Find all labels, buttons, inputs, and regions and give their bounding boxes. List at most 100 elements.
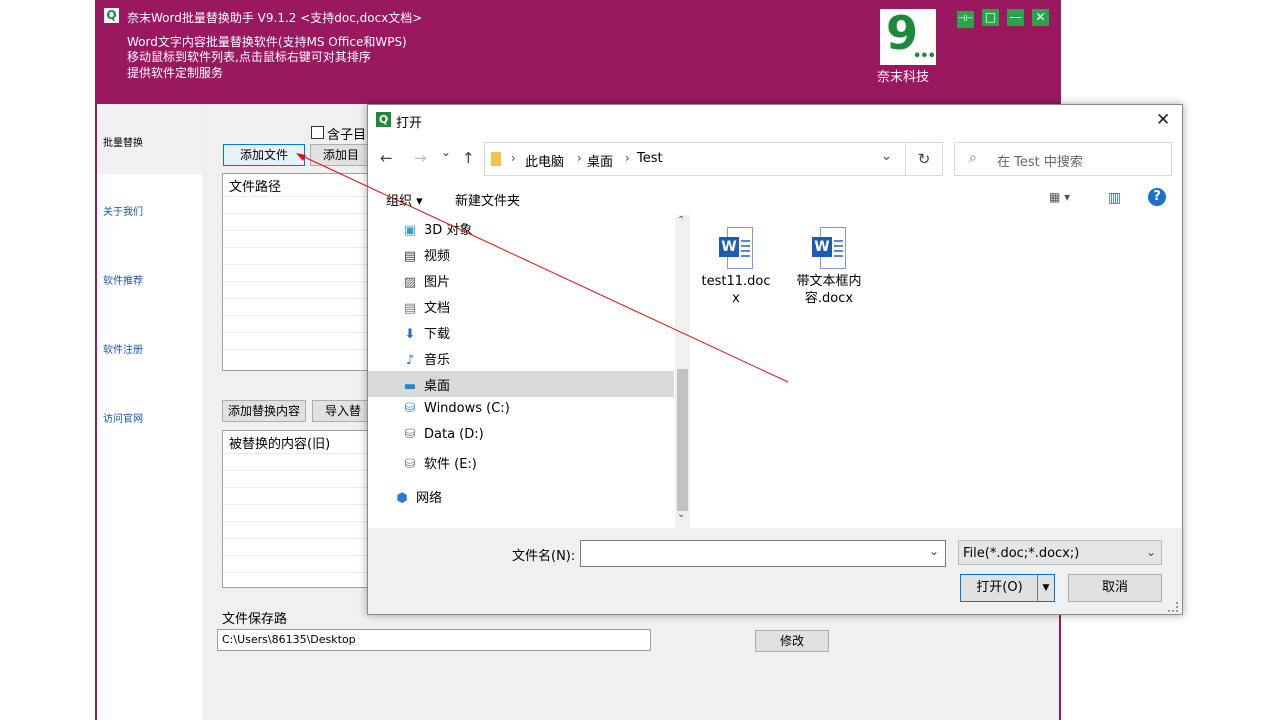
nav-item-drive-e[interactable]: ⛁ 软件 (E:) bbox=[402, 453, 477, 472]
replace-list-header: 被替换的内容(旧) bbox=[229, 437, 331, 452]
nav-item-label: 下载 bbox=[424, 327, 451, 342]
scroll-down-chevron-icon[interactable]: ⌄ bbox=[677, 509, 685, 520]
cancel-button[interactable]: 取消 bbox=[1068, 574, 1162, 602]
scroll-up-chevron-icon[interactable]: ⌃ bbox=[677, 215, 685, 226]
modify-button[interactable]: 修改 bbox=[755, 630, 829, 652]
import-replace-button[interactable]: 导入替 bbox=[312, 400, 374, 422]
address-dropdown-chevron-icon[interactable]: ⌄ bbox=[881, 149, 892, 164]
file-item-textbox-doc[interactable]: W 带文本框内 容.docx bbox=[787, 227, 871, 307]
sidebar-item-website[interactable]: 访问官网 bbox=[103, 410, 143, 425]
film-icon: ▤ bbox=[403, 249, 417, 264]
scrollbar-thumb[interactable] bbox=[677, 369, 688, 511]
nav-item-label: 音乐 bbox=[424, 353, 451, 368]
filetype-chevron-icon: ⌄ bbox=[1146, 545, 1157, 559]
add-replace-content-button[interactable]: 添加替换内容 bbox=[222, 400, 306, 422]
app-desc-line-2: 移动鼠标到软件列表,点击鼠标右键可对其排序 bbox=[127, 50, 371, 64]
folder-icon bbox=[491, 152, 501, 166]
dialog-toolbar: 组织 ▾ 新建文件夹 ▦ ▾ ▥ bbox=[368, 181, 1182, 213]
window-controls: ⊣⊢ □ — ✕ bbox=[957, 9, 1057, 28]
breadcrumb-separator: › bbox=[577, 151, 582, 165]
sidebar-item-about[interactable]: 关于我们 bbox=[103, 203, 143, 218]
add-file-button[interactable]: 添加文件 bbox=[223, 144, 305, 166]
preview-pane-icon[interactable]: ▥ bbox=[1108, 190, 1121, 206]
word-document-icon: W bbox=[719, 227, 753, 269]
include-subdir-checkbox[interactable] bbox=[311, 126, 324, 139]
brand-name: 奈末科技 bbox=[877, 70, 930, 85]
search-icon: ⌕ bbox=[969, 150, 977, 166]
file-item-test11[interactable]: W test11.doc x bbox=[694, 227, 778, 307]
nav-item-videos[interactable]: ▤ 视频 bbox=[402, 245, 450, 264]
save-path-input[interactable]: C:\Users\86135\Desktop bbox=[217, 629, 651, 651]
nav-item-desktop[interactable]: ▬ 桌面 bbox=[402, 375, 450, 394]
nav-item-pictures[interactable]: ▨ 图片 bbox=[402, 271, 450, 290]
nav-item-network[interactable]: ⬢ 网络 bbox=[394, 487, 442, 506]
drive-icon: ⛁ bbox=[404, 457, 416, 472]
filename-dropdown-chevron-icon[interactable]: ⌄ bbox=[929, 544, 939, 558]
drive-icon: ⛁ bbox=[404, 427, 416, 442]
address-bar[interactable]: › 此电脑 › 桌面 › Test ⌄ bbox=[484, 142, 906, 176]
music-note-icon: ♪ bbox=[405, 353, 415, 368]
file-name-line-1: test11.doc bbox=[701, 274, 771, 289]
organize-button[interactable]: 组织 ▾ bbox=[386, 190, 423, 209]
nav-item-label: 软件 (E:) bbox=[424, 457, 477, 472]
desktop-icon: ▬ bbox=[403, 379, 417, 394]
help-icon[interactable]: ? bbox=[1148, 188, 1166, 206]
nav-item-3d-objects[interactable]: ▣ 3D 对象 bbox=[402, 219, 473, 238]
open-button[interactable]: 打开(O) bbox=[960, 574, 1039, 602]
nav-item-downloads[interactable]: ⬇ 下载 bbox=[402, 323, 450, 342]
resize-grip-icon[interactable] bbox=[1168, 602, 1178, 612]
refresh-icon[interactable]: ↻ bbox=[905, 142, 943, 176]
minimize-icon[interactable]: — bbox=[1007, 9, 1024, 26]
breadcrumb-test[interactable]: Test bbox=[637, 151, 663, 166]
nav-item-documents[interactable]: ▤ 文档 bbox=[402, 297, 450, 316]
maximize-icon[interactable]: □ bbox=[982, 9, 999, 26]
sidebar-item-batch-replace[interactable]: 批量替换 bbox=[103, 134, 143, 149]
forward-arrow-icon[interactable]: → bbox=[414, 149, 427, 167]
recent-locations-chevron-icon[interactable]: ⌄ bbox=[441, 145, 451, 159]
sidebar-item-register[interactable]: 软件注册 bbox=[103, 341, 143, 356]
pin-icon[interactable]: ⊣⊢ bbox=[957, 11, 974, 28]
nav-item-drive-d[interactable]: ⛁ Data (D:) bbox=[402, 427, 484, 442]
dialog-title: 打开 bbox=[396, 116, 423, 131]
close-icon[interactable]: ✕ bbox=[1032, 9, 1049, 26]
nav-item-label: 桌面 bbox=[424, 379, 451, 394]
app-logo-icon: Q bbox=[104, 8, 119, 23]
breadcrumb-this-pc[interactable]: 此电脑 bbox=[525, 151, 564, 170]
search-placeholder: 在 Test 中搜索 bbox=[997, 155, 1083, 170]
brand-logo: 9 ••• bbox=[880, 6, 936, 65]
nav-item-label: Windows (C:) bbox=[424, 401, 510, 416]
add-directory-button[interactable]: 添加目 bbox=[310, 144, 372, 166]
download-arrow-icon: ⬇ bbox=[404, 327, 416, 342]
include-subdir-label: 含子目 bbox=[327, 128, 367, 143]
app-title: 奈末Word批量替换助手 V9.1.2 <支持doc,docx文档> bbox=[127, 11, 423, 25]
dialog-close-icon[interactable]: ✕ bbox=[1156, 110, 1170, 130]
new-folder-button[interactable]: 新建文件夹 bbox=[455, 190, 520, 209]
nav-item-label: 3D 对象 bbox=[424, 223, 473, 238]
picture-icon: ▨ bbox=[403, 275, 417, 290]
filename-input[interactable]: ⌄ bbox=[580, 540, 946, 567]
up-arrow-icon[interactable]: ↑ bbox=[462, 149, 475, 167]
nav-item-label: 网络 bbox=[416, 491, 443, 506]
breadcrumb-separator: › bbox=[511, 151, 516, 165]
nav-item-drive-c[interactable]: ⛁ Windows (C:) bbox=[402, 401, 510, 416]
file-pane: W test11.doc x W 带文本框内 容.docx bbox=[693, 215, 1181, 528]
filetype-select[interactable]: File(*.doc;*.docx;) ⌄ bbox=[958, 540, 1162, 565]
filename-label: 文件名(N): bbox=[512, 549, 576, 564]
dialog-footer: 文件名(N): ⌄ File(*.doc;*.docx;) ⌄ 打开(O) ▼ … bbox=[368, 528, 1182, 614]
network-icon: ⬢ bbox=[396, 491, 408, 506]
filetype-value: File(*.doc;*.docx;) bbox=[963, 546, 1080, 561]
app-desc-line-3: 提供软件定制服务 bbox=[127, 66, 224, 80]
back-arrow-icon[interactable]: ← bbox=[380, 149, 393, 167]
brand-logo-dots: ••• bbox=[913, 49, 936, 64]
nav-item-music[interactable]: ♪ 音乐 bbox=[402, 349, 450, 368]
breadcrumb-desktop[interactable]: 桌面 bbox=[587, 151, 613, 170]
nav-item-label: 图片 bbox=[424, 275, 451, 290]
sidebar-item-recommend[interactable]: 软件推荐 bbox=[103, 272, 143, 287]
file-name-line-2: x bbox=[732, 291, 740, 306]
view-options-icon[interactable]: ▦ ▾ bbox=[1049, 190, 1070, 204]
search-input[interactable]: ⌕ 在 Test 中搜索 bbox=[954, 142, 1172, 176]
open-dropdown-icon[interactable]: ▼ bbox=[1037, 574, 1055, 602]
file-name-line-2: 容.docx bbox=[804, 291, 854, 306]
nav-item-label: 文档 bbox=[424, 301, 451, 316]
nav-item-label: Data (D:) bbox=[424, 427, 484, 442]
